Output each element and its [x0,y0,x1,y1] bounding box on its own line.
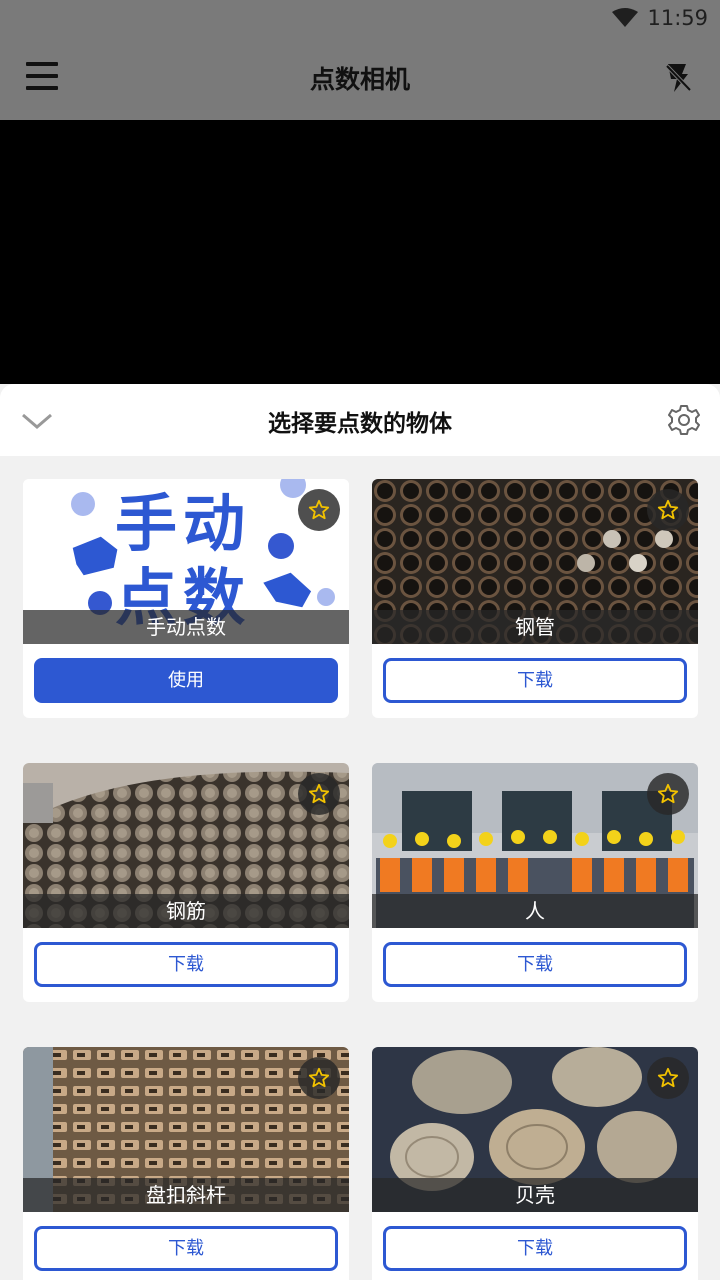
object-card-rebar[interactable]: 钢筋 下载 [23,763,349,1002]
download-button[interactable]: 下载 [383,942,687,987]
star-icon[interactable] [647,489,689,531]
download-button[interactable]: 下载 [34,942,338,987]
card-label: 钢筋 [23,894,349,928]
app-bar: 点数相机 [0,36,720,120]
star-icon[interactable] [647,773,689,815]
sheet-title: 选择要点数的物体 [268,411,452,437]
card-label: 贝壳 [372,1178,698,1212]
star-icon[interactable] [298,1057,340,1099]
download-button[interactable]: 下载 [34,1226,338,1271]
card-label: 手动点数 [23,610,349,644]
app-title: 点数相机 [309,65,410,94]
star-icon[interactable] [647,1057,689,1099]
star-icon[interactable] [298,489,340,531]
sheet-header: 选择要点数的物体 [0,384,720,456]
camera-preview[interactable] [0,120,720,384]
object-card-diagonal-brace[interactable]: 盘扣斜杆 下载 [23,1047,349,1280]
object-card-manual[interactable]: 手动 点数 手动点数 使用 [23,479,349,718]
star-icon[interactable] [298,773,340,815]
flash-off-icon[interactable] [664,62,692,94]
wifi-icon [612,8,638,27]
card-label: 盘扣斜杆 [23,1178,349,1212]
card-label: 人 [372,894,698,928]
gear-icon[interactable] [668,404,700,436]
object-card-people[interactable]: 人 下载 [372,763,698,1002]
status-time: 11:59 [647,6,708,30]
download-button[interactable]: 下载 [383,1226,687,1271]
use-button[interactable]: 使用 [34,658,338,703]
object-card-shells[interactable]: 贝壳 下载 [372,1047,698,1280]
download-button[interactable]: 下载 [383,658,687,703]
object-card-steel-pipe[interactable]: 钢管 下载 [372,479,698,718]
status-bar: 11:59 [0,0,720,36]
object-picker-sheet: 选择要点数的物体 手动 点数 手动点数 使用 钢管 下载 钢筋 下载 人 下载 … [0,384,720,1280]
card-label: 钢管 [372,610,698,644]
